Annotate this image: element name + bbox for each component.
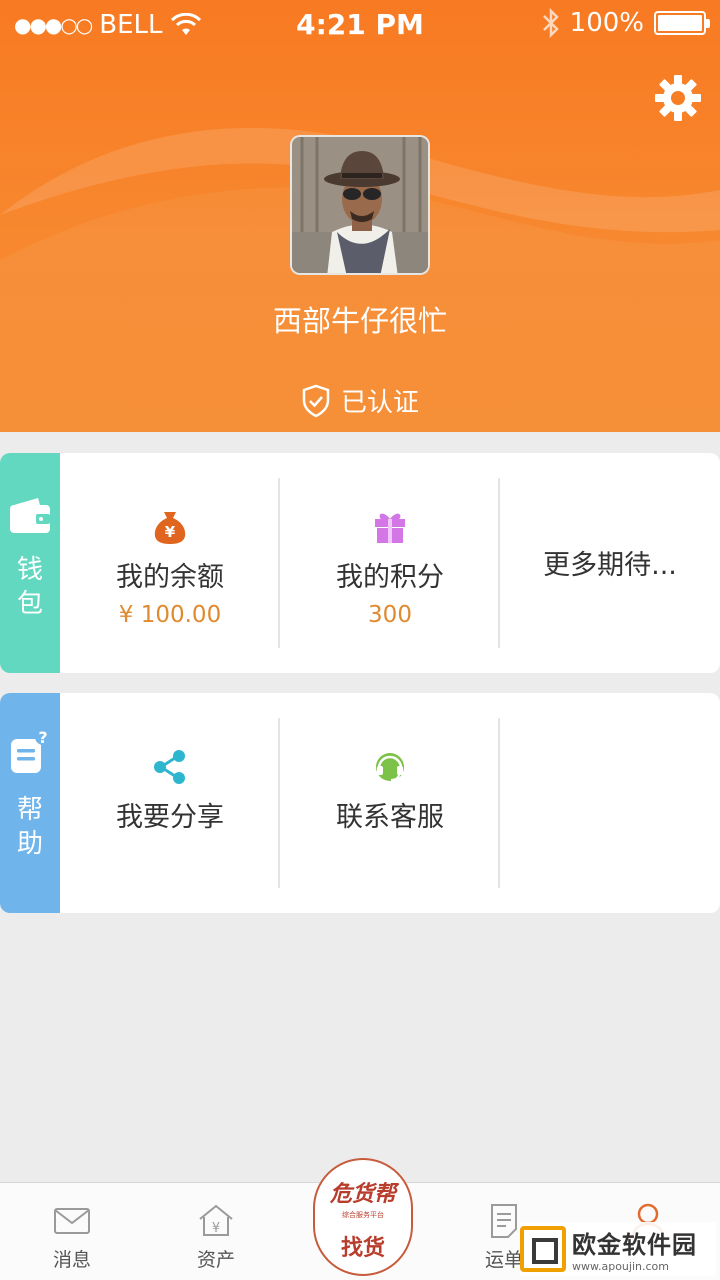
share-item[interactable]: 我要分享 [60, 693, 280, 913]
help-card: ? 帮助 我要分享 联系客服 [0, 693, 720, 913]
wallet-icon [10, 498, 50, 533]
brand-logo-text: 危货帮 [329, 1181, 396, 1207]
watermark-title: 欧金软件园 [572, 1231, 697, 1259]
mail-icon [54, 1208, 90, 1234]
wallet-side-tab: 钱包 [0, 453, 60, 673]
balance-item[interactable]: ¥ 我的余额 ¥ 100.00 [60, 453, 280, 673]
tab-waybill-label: 运单 [484, 1249, 523, 1271]
wallet-card: 钱包 ¥ 我的余额 ¥ 100.00 我的积分 300 更多期待... [0, 453, 720, 673]
share-icon [154, 750, 185, 784]
username: 西部牛仔很忙 [272, 304, 447, 338]
status-bar: ●●●○○ BELL 4:21 PM 100% [0, 0, 720, 50]
help-document-icon: ? [11, 728, 51, 773]
wallet-side-label: 钱包 [16, 555, 43, 619]
tab-messages[interactable]: 消息 [0, 1183, 144, 1280]
find-goods-label: 找货 [340, 1236, 385, 1261]
headset-icon [376, 753, 404, 781]
help-side-tab: ? 帮助 [0, 693, 60, 913]
battery-icon [654, 11, 710, 35]
gear-icon[interactable] [652, 72, 704, 124]
avatar[interactable] [290, 135, 430, 275]
watermark-logo-icon [520, 1226, 566, 1272]
tab-messages-label: 消息 [52, 1249, 91, 1271]
balance-title: 我的余额 [116, 562, 224, 593]
svg-text:?: ? [38, 728, 47, 747]
tab-assets[interactable]: ¥ 资产 [144, 1183, 288, 1280]
customer-service-title: 联系客服 [336, 802, 444, 833]
verified-label: 已认证 [340, 388, 419, 418]
watermark-url: www.apoujin.com [572, 1260, 669, 1273]
battery-percentage: 100% [569, 8, 644, 38]
shield-check-icon [302, 384, 330, 417]
avatar-image [292, 137, 428, 273]
watermark: 欧金软件园 www.apoujin.com [520, 1222, 716, 1276]
customer-service-item[interactable]: 联系客服 [280, 693, 500, 913]
document-icon [491, 1204, 517, 1238]
profile-header: ●●●○○ BELL 4:21 PM 100% 西部牛仔很忙 已认证 [0, 0, 720, 432]
points-title: 我的积分 [336, 562, 444, 593]
svg-text:¥: ¥ [165, 523, 176, 541]
points-item[interactable]: 我的积分 300 [280, 453, 500, 673]
balance-value: ¥ 100.00 [118, 602, 222, 628]
gift-icon [375, 513, 405, 543]
money-bag-icon: ¥ [154, 512, 186, 544]
svg-text:¥: ¥ [212, 1221, 220, 1236]
bluetooth-icon [542, 8, 559, 38]
brand-logo-subtitle: 综合服务平台 [342, 1211, 384, 1219]
more-coming-label: 更多期待... [543, 550, 677, 581]
share-title: 我要分享 [116, 802, 224, 833]
house-yen-icon: ¥ [199, 1204, 233, 1236]
more-coming-item: 更多期待... [500, 453, 720, 673]
help-side-label: 帮助 [16, 795, 43, 859]
find-goods-button[interactable]: 危货帮 综合服务平台 找货 [313, 1158, 413, 1276]
points-value: 300 [368, 602, 412, 628]
tab-assets-label: 资产 [196, 1249, 235, 1271]
empty-cell [500, 693, 720, 913]
verified-badge: 已认证 [0, 382, 720, 419]
